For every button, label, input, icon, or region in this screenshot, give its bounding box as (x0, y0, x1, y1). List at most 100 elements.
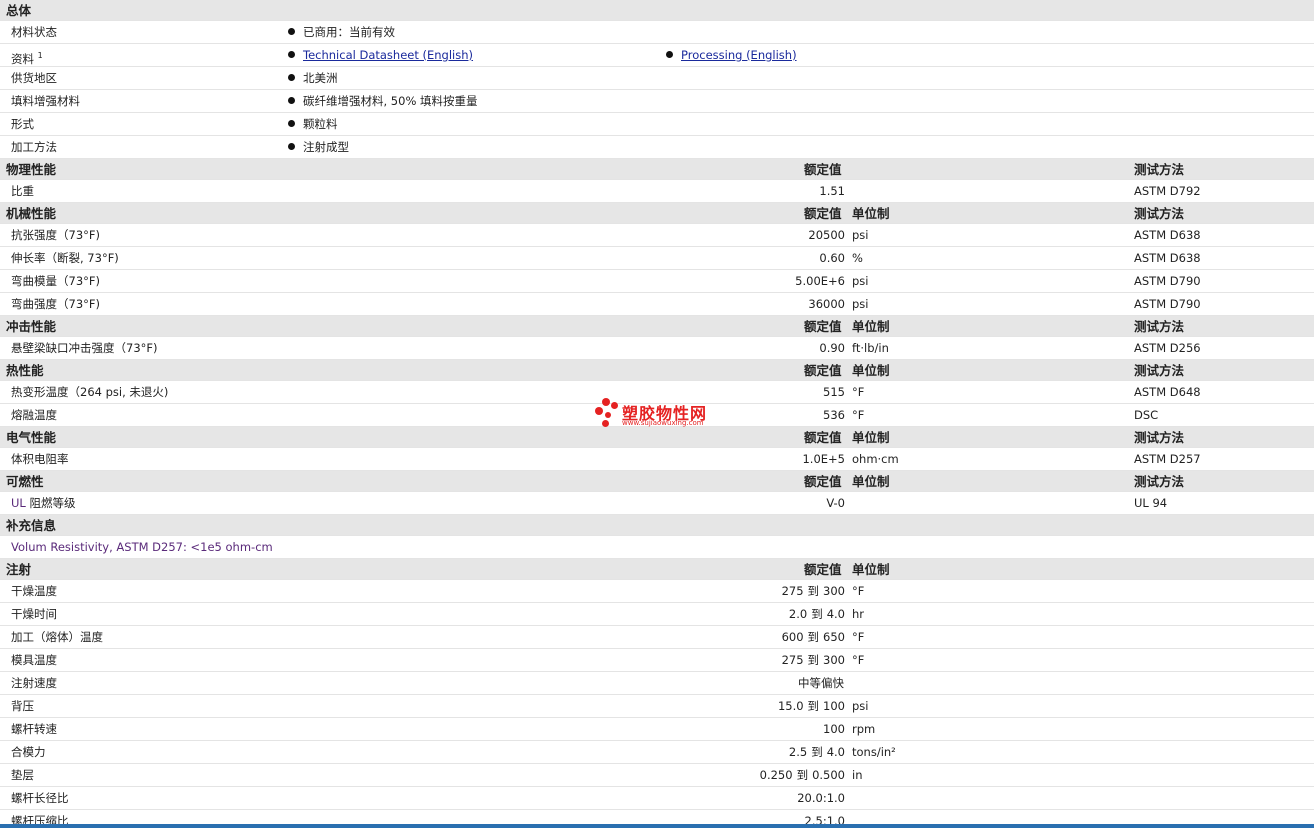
row-range: 2.5 到 4.0 (788, 745, 845, 759)
row-value: 1.0E+5 (802, 452, 845, 466)
bullet-icon (288, 97, 295, 104)
column-header-test: 测试方法 (1134, 206, 1185, 221)
column-header-unit: 单位制 (852, 474, 890, 489)
section-title: 热性能 (6, 363, 44, 378)
list-item: 碳纤维增强材料, 50% 填料按重量 (288, 90, 478, 113)
row-range: 275 到 300 (781, 584, 845, 598)
row-unit: °F (852, 385, 865, 399)
row-label: 螺杆转速 (11, 722, 57, 736)
table-row: 供货地区 北美洲 (0, 67, 1314, 90)
row-label: UL 阻燃等级 (11, 496, 76, 510)
row-label: 合模力 (11, 745, 46, 759)
column-header-value: 额定值 (804, 162, 842, 177)
row-test-method: ASTM D792 (1134, 184, 1201, 198)
list-item: Processing (English) (666, 44, 797, 67)
column-header-unit: 单位制 (852, 363, 890, 378)
row-test-method: ASTM D638 (1134, 228, 1201, 242)
list-item: 已商用：当前有效 (288, 21, 395, 44)
section-title: 电气性能 (6, 430, 57, 445)
row-unit: °F (852, 584, 865, 598)
watermark-logo: 塑胶物性网 www.sujiaowuxing.com (594, 396, 734, 432)
table-row: 填料增强材料 碳纤维增强材料, 50% 填料按重量 (0, 90, 1314, 113)
column-header-unit: 单位制 (852, 562, 890, 577)
row-unit: psi (852, 228, 869, 242)
row-value: 536 (823, 408, 845, 422)
row-value: 36000 (808, 297, 845, 311)
row-value: 0.60 (819, 251, 845, 265)
row-unit: in (852, 768, 863, 782)
section-title: 机械性能 (6, 206, 57, 221)
logo-dot-icon (595, 407, 603, 415)
table-row: 注射速度 中等偏快 (0, 672, 1314, 695)
column-header-unit: 单位制 (852, 206, 890, 221)
row-range: 600 到 650 (781, 630, 845, 644)
row-label: 模具温度 (11, 653, 57, 667)
list-item: 颗粒料 (288, 113, 338, 136)
table-row: 背压 15.0 到 100 psi (0, 695, 1314, 718)
row-range: 0.250 到 0.500 (759, 768, 845, 782)
logo-dot-icon (611, 402, 618, 409)
row-unit: psi (852, 297, 869, 311)
section-header-mechanical: 机械性能 额定值 单位制 测试方法 (0, 203, 1314, 224)
table-row: UL 阻燃等级 V-0 UL 94 (0, 492, 1314, 515)
table-row: 材料状态 已商用：当前有效 (0, 21, 1314, 44)
row-label: 干燥时间 (11, 607, 57, 621)
table-row: 螺杆长径比 20.0:1.0 (0, 787, 1314, 810)
section-header-supplement: 补充信息 (0, 515, 1314, 536)
bullet-icon (288, 143, 295, 150)
bullet-icon (288, 28, 295, 35)
column-header-value: 额定值 (804, 474, 842, 489)
row-label: 螺杆长径比 (11, 791, 69, 805)
table-row: 弯曲强度（73°F) 36000 psi ASTM D790 (0, 293, 1314, 316)
row-value: 5.00E+6 (795, 274, 845, 288)
list-item: 北美洲 (288, 67, 338, 90)
table-row: 干燥时间 2.0 到 4.0 hr (0, 603, 1314, 626)
table-row: 合模力 2.5 到 4.0 tons/in² (0, 741, 1314, 764)
row-label: 供货地区 (11, 71, 57, 85)
section-header-flammability: 可燃性 额定值 单位制 测试方法 (0, 471, 1314, 492)
bullet-icon (288, 51, 295, 58)
row-label: 熔融温度 (11, 408, 57, 422)
column-header-value: 额定值 (804, 363, 842, 378)
technical-datasheet-link[interactable]: Technical Datasheet (English) (303, 48, 473, 62)
row-test-method: ASTM D648 (1134, 385, 1201, 399)
column-header-value: 额定值 (804, 319, 842, 334)
table-row: 螺杆转速 100 rpm (0, 718, 1314, 741)
table-row: 加工（熔体）温度 600 到 650 °F (0, 626, 1314, 649)
column-header-value: 额定值 (804, 430, 842, 445)
row-label: 背压 (11, 699, 34, 713)
row-label: 填料增强材料 (11, 94, 80, 108)
row-label: 悬壁梁缺口冲击强度（73°F) (11, 341, 158, 355)
row-label: 体积电阻率 (11, 452, 69, 466)
row-unit: °F (852, 630, 865, 644)
row-range: 15.0 到 100 (777, 699, 845, 713)
processing-link[interactable]: Processing (English) (681, 48, 797, 62)
logo-dot-icon (602, 398, 610, 406)
row-test-method: ASTM D257 (1134, 452, 1201, 466)
section-title: 补充信息 (6, 518, 57, 533)
section-header-physical: 物理性能 额定值 测试方法 (0, 159, 1314, 180)
table-row: 资料 1 Technical Datasheet (English) Proce… (0, 44, 1314, 67)
row-label: 弯曲强度（73°F) (11, 297, 100, 311)
row-test-method: ASTM D256 (1134, 341, 1201, 355)
section-header-impact: 冲击性能 额定值 单位制 测试方法 (0, 316, 1314, 337)
row-value: 100 (823, 722, 845, 736)
row-unit: psi (852, 699, 869, 713)
column-header-unit: 单位制 (852, 319, 890, 334)
logo-dot-icon (605, 412, 611, 418)
section-header-general: 总体 (0, 0, 1314, 21)
bullet-icon (288, 120, 295, 127)
row-range: 275 到 300 (781, 653, 845, 667)
row-value: V-0 (826, 496, 845, 510)
column-header-test: 测试方法 (1134, 319, 1185, 334)
row-label: 注射速度 (11, 676, 57, 690)
row-label: 热变形温度（264 psi, 未退火) (11, 385, 169, 399)
row-unit: rpm (852, 722, 876, 736)
logo-dot-icon (602, 420, 609, 427)
watermark-url: www.sujiaowuxing.com (622, 419, 704, 427)
row-label: 形式 (11, 117, 34, 131)
section-header-thermal: 热性能 额定值 单位制 测试方法 (0, 360, 1314, 381)
row-value: 1.51 (819, 184, 845, 198)
section-title: 总体 (6, 3, 32, 18)
table-row: 垫层 0.250 到 0.500 in (0, 764, 1314, 787)
